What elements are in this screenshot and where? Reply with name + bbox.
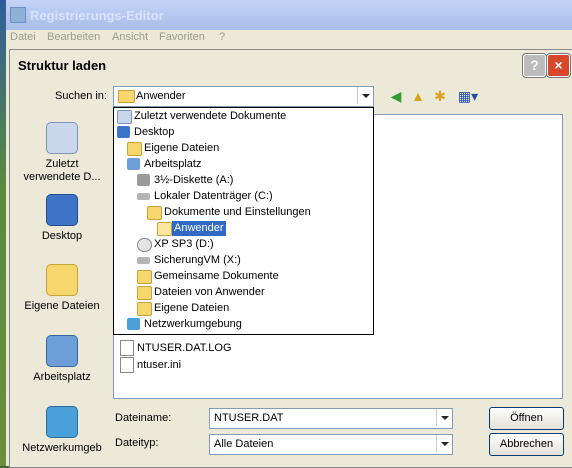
dropdown-item-label: Dateien von Anwender — [154, 286, 265, 298]
drive-icon — [137, 193, 150, 200]
dropdown-item-label: Dokumente und Einstellungen — [164, 206, 311, 218]
file-icon — [120, 340, 134, 356]
cancel-button[interactable]: Abbrechen — [489, 433, 564, 456]
my-documents-icon — [46, 264, 78, 296]
filename-label: Dateiname: — [115, 412, 172, 424]
folder-icon — [127, 142, 142, 156]
dropdown-item-label: Eigene Dateien — [154, 302, 230, 314]
menu-favoriten[interactable]: Favoriten — [159, 31, 205, 43]
dropdown-item-label: Netzwerkumgebung — [144, 318, 242, 330]
place-my-computer[interactable]: Arbeitsplatz — [18, 335, 106, 384]
dropdown-item-drive-c[interactable]: Lokaler Datenträger (C:) — [137, 189, 367, 204]
chevron-down-icon[interactable] — [436, 435, 452, 452]
dialog-titlebar: Struktur laden ? × — [10, 50, 572, 80]
menu-bearbeiten[interactable]: Bearbeiten — [47, 31, 100, 43]
filetype-value: Alle Dateien — [214, 438, 274, 450]
place-recent[interactable]: Zuletzt verwendete D... — [18, 122, 106, 184]
up-folder-icon[interactable]: ▲ — [409, 87, 427, 105]
look-in-value: Anwender — [136, 90, 186, 102]
look-in-label: Suchen in: — [55, 90, 107, 102]
folder-icon — [147, 206, 162, 220]
floppy-icon — [137, 174, 150, 186]
registry-editor-title: Registrierungs-Editor — [30, 8, 164, 23]
my-computer-icon — [127, 158, 140, 170]
place-desktop-label: Desktop — [41, 230, 83, 242]
dropdown-item-desktop[interactable]: Desktop — [117, 125, 367, 140]
filetype-label: Dateityp: — [115, 437, 159, 449]
network-icon — [46, 406, 78, 438]
chevron-down-icon[interactable] — [436, 409, 452, 426]
close-button[interactable]: × — [547, 54, 570, 77]
dropdown-item-recent[interactable]: Zuletzt verwendete Dokumente — [117, 109, 367, 124]
dropdown-item-documents-settings[interactable]: Dokumente und Einstellungen — [147, 205, 367, 220]
dropdown-item-anwender[interactable]: Anwender — [157, 221, 367, 236]
menu-help[interactable]: ? — [219, 31, 225, 43]
filename-combobox[interactable]: NTUSER.DAT — [209, 408, 453, 429]
open-button[interactable]: Öffnen — [489, 407, 564, 430]
dropdown-item-drive-d[interactable]: XP SP3 (D:) — [137, 237, 367, 252]
file-name: NTUSER.DAT.LOG — [137, 341, 232, 354]
cd-icon — [137, 238, 152, 252]
menu-datei[interactable]: Datei — [10, 31, 36, 43]
dropdown-item-label: Zuletzt verwendete Dokumente — [134, 110, 287, 122]
dropdown-item-label: SicherungVM (X:) — [154, 254, 241, 266]
dropdown-item-label: 3½-Diskette (A:) — [154, 174, 234, 186]
dropdown-item-shared-documents[interactable]: Gemeinsame Dokumente — [137, 269, 367, 284]
look-in-dropdown[interactable]: Zuletzt verwendete Dokumente Desktop Eig… — [113, 107, 374, 335]
new-folder-icon[interactable]: ✱ — [431, 87, 449, 105]
network-drive-icon — [137, 257, 150, 264]
place-recent-label: Zuletzt verwendete D... — [23, 158, 101, 183]
open-folder-icon — [157, 222, 172, 236]
dropdown-item-my-computer[interactable]: Arbeitsplatz — [127, 157, 367, 172]
dropdown-item-my-documents[interactable]: Eigene Dateien — [127, 141, 367, 156]
menu-ansicht[interactable]: Ansicht — [112, 31, 148, 43]
dropdown-item-label: Lokaler Datenträger (C:) — [154, 190, 273, 202]
place-my-documents[interactable]: Eigene Dateien — [18, 264, 106, 313]
my-computer-icon — [46, 335, 78, 367]
desktop-icon — [46, 194, 78, 226]
place-network-label: Netzwerkumgeb — [22, 442, 102, 454]
file-name: ntuser.ini — [137, 358, 182, 371]
dropdown-item-label: XP SP3 (D:) — [154, 238, 214, 250]
place-my-computer-label: Arbeitsplatz — [33, 371, 91, 383]
dropdown-item-label: Arbeitsplatz — [144, 158, 202, 170]
back-icon[interactable]: ◀ — [387, 87, 405, 105]
place-desktop[interactable]: Desktop — [18, 194, 106, 243]
recent-documents-icon — [46, 122, 78, 154]
dropdown-item-own-files[interactable]: Eigene Dateien — [137, 301, 367, 316]
filetype-combobox[interactable]: Alle Dateien — [209, 434, 453, 455]
regedit-icon — [10, 7, 26, 23]
dropdown-item-drive-x[interactable]: SicherungVM (X:) — [137, 253, 367, 268]
dropdown-item-user-files[interactable]: Dateien von Anwender — [137, 285, 367, 300]
dropdown-item-label: Anwender — [172, 221, 226, 236]
place-my-documents-label: Eigene Dateien — [24, 300, 100, 312]
folder-icon — [118, 90, 135, 103]
folder-icon — [137, 286, 152, 300]
place-network[interactable]: Netzwerkumgeb — [18, 406, 106, 455]
view-menu-icon[interactable]: ▦▾ — [455, 87, 481, 105]
list-item[interactable]: ntuser.ini — [120, 357, 181, 373]
filename-value: NTUSER.DAT — [214, 412, 284, 424]
places-bar: Zuletzt verwendete D... Desktop Eigene D… — [18, 114, 106, 457]
desktop-icon — [117, 126, 130, 138]
dropdown-item-label: Desktop — [134, 126, 175, 138]
help-button[interactable]: ? — [523, 54, 546, 77]
folder-icon — [137, 270, 152, 284]
dropdown-item-label: Eigene Dateien — [144, 142, 220, 154]
registry-editor-menubar: Datei Bearbeiten Ansicht Favoriten ? — [6, 30, 572, 46]
look-in-combobox[interactable]: Anwender — [113, 86, 374, 107]
network-icon — [127, 318, 140, 330]
list-item[interactable]: NTUSER.DAT.LOG — [120, 340, 232, 356]
dialog-title: Struktur laden — [18, 58, 107, 73]
recent-documents-icon — [117, 110, 132, 124]
dropdown-item-label: Gemeinsame Dokumente — [154, 270, 279, 282]
registry-editor-titlebar: Registrierungs-Editor — [6, 0, 572, 30]
load-hive-dialog: Struktur laden ? × Suchen in: Anwender ◀… — [9, 49, 572, 468]
chevron-down-icon[interactable] — [357, 87, 373, 104]
folder-icon — [137, 302, 152, 316]
settings-file-icon — [120, 357, 134, 373]
dropdown-item-network[interactable]: Netzwerkumgebung — [127, 317, 367, 332]
dropdown-item-floppy[interactable]: 3½-Diskette (A:) — [137, 173, 367, 188]
